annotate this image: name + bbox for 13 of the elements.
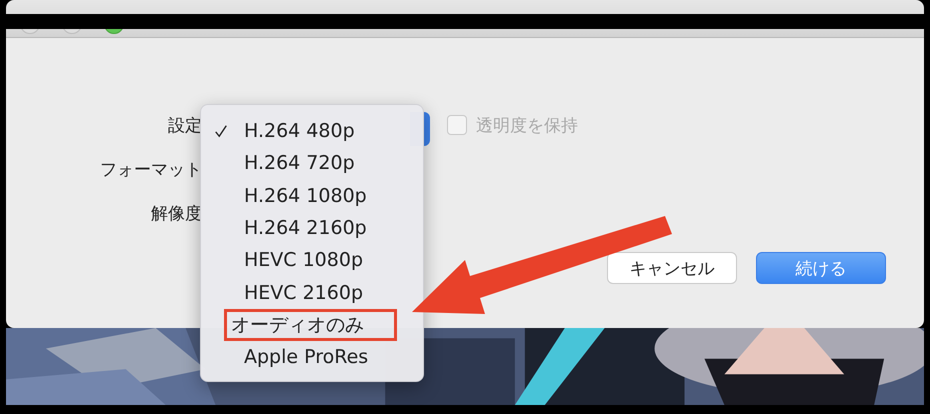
checkbox-label: 透明度を保持 — [476, 114, 578, 136]
menu-item[interactable]: H.264 480p — [244, 120, 355, 142]
menu-item[interactable]: オーディオのみ — [231, 312, 364, 338]
field-label: 設定 — [167, 114, 202, 136]
menu-item[interactable]: H.264 1080p — [244, 184, 367, 207]
field-label: 解像度 — [150, 202, 202, 224]
cancel-button[interactable]: キャンセル — [607, 252, 737, 284]
menu-item[interactable]: H.264 2160p — [244, 217, 367, 240]
menu-item[interactable]: H.264 720p — [244, 152, 355, 174]
menu-item[interactable]: HEVC 1080p — [244, 249, 364, 272]
field-label: フォーマット — [99, 158, 202, 180]
menu-item[interactable]: Apple ProRes — [244, 346, 368, 368]
menu-item[interactable]: HEVC 2160p — [244, 282, 364, 304]
